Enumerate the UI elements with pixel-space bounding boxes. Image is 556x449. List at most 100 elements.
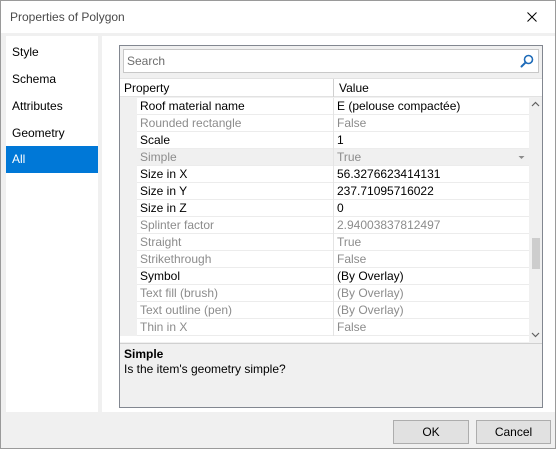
row-divider xyxy=(333,200,334,217)
row-gutter xyxy=(120,132,137,149)
property-name: Size in Y xyxy=(140,184,188,198)
scrollbar-thumb[interactable] xyxy=(532,238,540,269)
row-gutter xyxy=(120,149,137,166)
property-value[interactable]: False xyxy=(337,320,366,334)
property-name: Thin in X xyxy=(140,320,188,334)
property-value[interactable]: 237.71095716022 xyxy=(337,184,434,198)
properties-panel: Property Value Roof material name E (pel… xyxy=(102,36,555,412)
property-value[interactable]: 0 xyxy=(337,201,344,215)
property-rows: Roof material name E (pelouse compactée)… xyxy=(120,98,529,342)
title-bar[interactable]: Properties of Polygon xyxy=(1,1,555,33)
property-row[interactable]: Roof material name E (pelouse compactée) xyxy=(120,98,529,115)
property-grid: Property Value Roof material name E (pel… xyxy=(119,45,543,408)
row-gutter xyxy=(120,268,137,285)
property-value[interactable]: E (pelouse compactée) xyxy=(337,99,460,113)
property-name: Strikethrough xyxy=(140,252,212,266)
cancel-button[interactable]: Cancel xyxy=(476,420,551,444)
property-name: Size in X xyxy=(140,167,188,181)
property-value[interactable]: False xyxy=(337,252,366,266)
property-value[interactable]: 1 xyxy=(337,133,344,147)
property-name: Symbol xyxy=(140,269,181,283)
property-name: Text outline (pen) xyxy=(140,303,233,317)
row-divider xyxy=(333,251,334,268)
row-divider xyxy=(333,234,334,251)
row-divider xyxy=(333,132,334,149)
property-row[interactable]: Thin in X False xyxy=(120,319,529,336)
tab-label: Schema xyxy=(12,72,57,86)
property-name: Text fill (brush) xyxy=(140,286,219,300)
property-value[interactable]: 56.3276623414131 xyxy=(337,167,440,181)
row-divider xyxy=(333,183,334,200)
vertical-scrollbar[interactable] xyxy=(529,98,542,342)
property-value[interactable]: (By Overlay) xyxy=(337,303,404,317)
tab-all[interactable]: All xyxy=(6,146,98,173)
property-name: Size in Z xyxy=(140,201,187,215)
property-row[interactable]: Text outline (pen) (By Overlay) xyxy=(120,302,529,319)
property-row[interactable]: Straight True xyxy=(120,234,529,251)
property-value[interactable]: (By Overlay) xyxy=(337,286,404,300)
tab-label: Style xyxy=(12,45,39,59)
property-row[interactable]: Size in X 56.3276623414131 xyxy=(120,166,529,183)
row-gutter xyxy=(120,285,137,302)
property-row[interactable]: Symbol (By Overlay) xyxy=(120,268,529,285)
row-gutter xyxy=(120,234,137,251)
tab-geometry[interactable]: Geometry xyxy=(6,120,98,147)
row-divider xyxy=(333,319,334,336)
tab-style[interactable]: Style xyxy=(6,39,98,66)
tab-label: All xyxy=(12,152,26,166)
property-row[interactable]: Strikethrough False xyxy=(120,251,529,268)
property-row[interactable]: Size in Z 0 xyxy=(120,200,529,217)
property-row-selected[interactable]: Simple True xyxy=(120,149,529,166)
row-gutter xyxy=(120,166,137,183)
window-title: Properties of Polygon xyxy=(10,10,125,24)
tab-label: Attributes xyxy=(12,99,63,113)
ok-button[interactable]: OK xyxy=(393,420,469,444)
column-divider[interactable] xyxy=(333,79,334,97)
property-value[interactable]: False xyxy=(337,116,366,130)
property-row[interactable]: Scale 1 xyxy=(120,132,529,149)
row-gutter xyxy=(120,319,137,336)
description-text: Is the item's geometry simple? xyxy=(124,362,286,376)
property-value[interactable]: True xyxy=(337,150,361,164)
property-row[interactable]: Rounded rectangle False xyxy=(120,115,529,132)
property-name: Rounded rectangle xyxy=(140,116,242,130)
property-row[interactable]: Text fill (brush) (By Overlay) xyxy=(120,285,529,302)
grid-header: Property Value xyxy=(120,78,542,97)
scroll-down-arrow-icon[interactable] xyxy=(531,332,540,338)
dialog-content: Style Schema Attributes Geometry All Sea… xyxy=(1,33,555,415)
search-icon[interactable] xyxy=(520,54,534,68)
row-gutter xyxy=(120,217,137,234)
tab-label: Geometry xyxy=(12,126,65,140)
row-divider xyxy=(333,302,334,319)
description-pane: Simple Is the item's geometry simple? xyxy=(120,343,542,407)
scroll-up-arrow-icon[interactable] xyxy=(531,101,540,107)
row-divider xyxy=(333,98,334,115)
row-divider xyxy=(333,217,334,234)
property-value[interactable]: True xyxy=(337,235,361,249)
property-row[interactable]: Size in Y 237.71095716022 xyxy=(120,183,529,200)
search-input[interactable] xyxy=(127,53,507,69)
search-box[interactable] xyxy=(123,49,539,73)
property-name: Simple xyxy=(140,150,177,164)
properties-dialog: Properties of Polygon Style Schema Attri… xyxy=(0,0,556,449)
row-divider xyxy=(333,115,334,132)
property-value[interactable]: (By Overlay) xyxy=(337,269,404,283)
row-divider xyxy=(333,285,334,302)
button-bar: OK Cancel xyxy=(1,415,555,448)
property-name: Scale xyxy=(140,133,171,147)
property-row[interactable]: Splinter factor 2.94003837812497 xyxy=(120,217,529,234)
close-icon xyxy=(527,12,537,22)
chevron-down-icon[interactable] xyxy=(517,153,526,162)
property-name: Straight xyxy=(140,235,182,249)
row-gutter xyxy=(120,98,137,115)
row-gutter xyxy=(120,200,137,217)
property-value[interactable]: 2.94003837812497 xyxy=(337,218,440,232)
tab-attributes[interactable]: Attributes xyxy=(6,93,98,120)
property-name: Splinter factor xyxy=(140,218,215,232)
property-name: Roof material name xyxy=(140,99,245,113)
column-header-value[interactable]: Value xyxy=(339,81,369,95)
column-header-property[interactable]: Property xyxy=(124,81,169,95)
tab-schema[interactable]: Schema xyxy=(6,66,98,93)
close-button[interactable] xyxy=(509,1,555,33)
row-divider xyxy=(333,149,334,166)
